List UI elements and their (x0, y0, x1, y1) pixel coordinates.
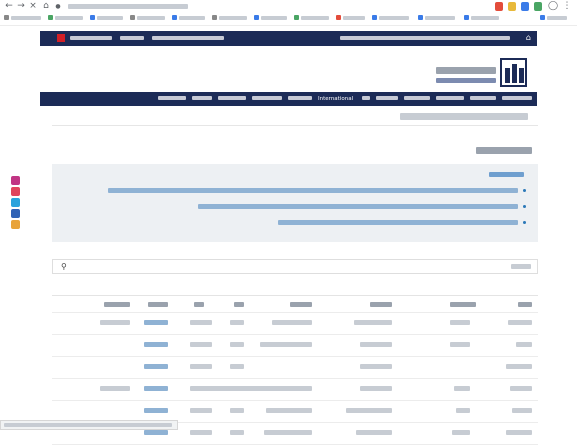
bookmark-item[interactable] (4, 15, 41, 23)
profile-icon[interactable]: ◯ (548, 1, 558, 12)
bookmark-item[interactable] (464, 15, 499, 23)
bookmark-item[interactable] (130, 15, 165, 23)
topbar-phone-placeholder (152, 36, 224, 40)
nav-item[interactable] (436, 96, 464, 102)
nav-item[interactable] (288, 96, 312, 102)
telegram-icon[interactable] (11, 198, 20, 207)
instagram-icon[interactable] (11, 176, 20, 185)
info-box (52, 164, 538, 242)
column-header (104, 302, 130, 307)
nav-item[interactable] (502, 96, 532, 102)
topbar-contact-placeholder (70, 36, 112, 40)
info-line[interactable] (198, 204, 518, 209)
email-link[interactable] (144, 408, 168, 413)
back-icon[interactable]: ← (4, 1, 14, 12)
bookmark-item[interactable] (90, 15, 123, 23)
status-url-placeholder (4, 423, 172, 427)
bookmark-item[interactable] (172, 15, 205, 23)
home-icon[interactable]: ⌂ (526, 33, 531, 42)
home-icon[interactable]: ⌂ (41, 1, 51, 12)
table-row[interactable] (52, 357, 538, 379)
divider (52, 125, 538, 126)
aparat-icon[interactable] (11, 187, 20, 196)
lock-icon[interactable]: ● (53, 1, 63, 12)
logo-title-fa[interactable] (436, 67, 496, 74)
search-icon[interactable]: ⚲ (61, 262, 67, 271)
bookmark-item[interactable] (48, 15, 83, 23)
breadcrumb[interactable] (400, 113, 528, 120)
search-placeholder (511, 264, 531, 269)
nav-item[interactable] (158, 96, 186, 102)
share-icon[interactable] (11, 220, 20, 229)
nav-item[interactable] (252, 96, 282, 102)
table-row[interactable] (52, 313, 538, 335)
linkedin-icon[interactable] (11, 209, 20, 218)
bookmark-item[interactable] (212, 15, 247, 23)
email-link[interactable] (144, 386, 168, 391)
column-header (194, 302, 204, 307)
column-header (450, 302, 476, 307)
bookmark-item[interactable] (254, 15, 287, 23)
column-header (234, 302, 244, 307)
info-heading (489, 172, 524, 177)
extension-icon[interactable] (521, 2, 529, 11)
page-title-placeholder (476, 147, 532, 154)
bookmark-item[interactable] (294, 15, 329, 23)
bookmarks-bar (0, 14, 577, 26)
forward-icon[interactable]: → (16, 1, 26, 12)
bookmark-item[interactable] (540, 15, 567, 23)
main-navigation: International (40, 92, 537, 106)
university-logo-icon[interactable] (500, 58, 527, 87)
bookmark-item[interactable] (418, 15, 455, 23)
email-link[interactable] (144, 364, 168, 369)
bullet-icon (523, 189, 526, 192)
column-header (290, 302, 312, 307)
table-header (52, 295, 538, 313)
nav-item[interactable] (470, 96, 496, 102)
top-bar: ⌂ (40, 31, 537, 46)
nav-item[interactable] (404, 96, 430, 102)
column-header (370, 302, 392, 307)
table-row[interactable] (52, 379, 538, 401)
bullet-icon (523, 205, 526, 208)
bullet-icon (523, 221, 526, 224)
info-line[interactable] (108, 188, 518, 193)
menu-icon[interactable]: ⋮ (562, 1, 572, 12)
info-line[interactable] (278, 220, 518, 225)
bookmark-item[interactable] (372, 15, 409, 23)
close-icon[interactable]: × (28, 1, 38, 12)
table-row[interactable] (52, 335, 538, 357)
nav-item[interactable] (362, 96, 370, 102)
nav-item[interactable] (218, 96, 246, 102)
logo-title-en[interactable] (436, 78, 496, 83)
nav-item[interactable] (192, 96, 212, 102)
address-bar-text-placeholder (68, 4, 188, 9)
bookmark-item[interactable] (336, 15, 365, 23)
nav-item-international[interactable]: International (318, 96, 353, 102)
email-link[interactable] (144, 430, 168, 435)
column-header (518, 302, 532, 307)
email-link[interactable] (144, 320, 168, 325)
extension-icon[interactable] (534, 2, 542, 11)
topbar-links-placeholder (340, 36, 510, 40)
email-link[interactable] (144, 342, 168, 347)
search-input[interactable]: ⚲ (52, 259, 538, 274)
nav-item[interactable] (376, 96, 398, 102)
search-toggle-button[interactable] (57, 34, 65, 42)
extension-icon[interactable] (495, 2, 503, 11)
column-header (148, 302, 168, 307)
browser-toolbar: ← → × ⌂ ● ◯ ⋮ (0, 0, 577, 15)
extension-icon[interactable] (508, 2, 516, 11)
topbar-social-placeholder (120, 36, 144, 40)
